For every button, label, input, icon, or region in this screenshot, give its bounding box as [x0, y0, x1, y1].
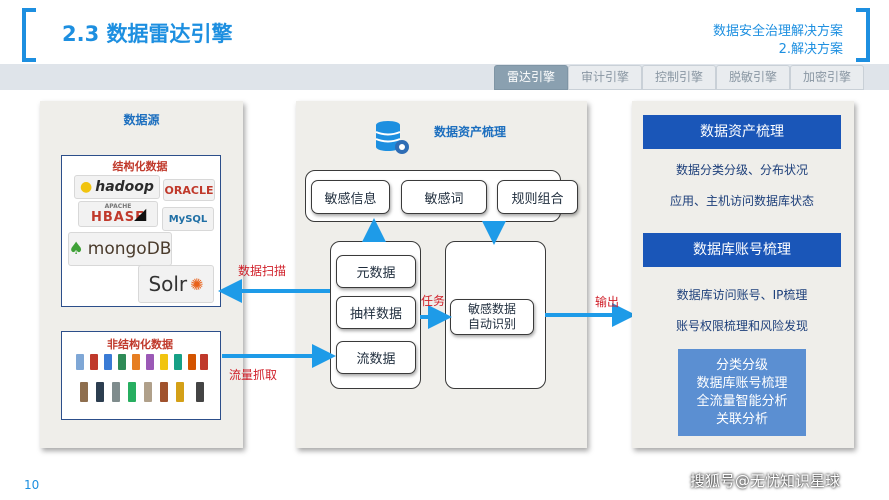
classification-item: 数据分类分级、分布状况	[675, 163, 808, 177]
capture-label: 流量抓取	[229, 368, 278, 382]
account-sorting-heading: 数据库账号梳理	[643, 233, 841, 267]
permission-risk-item: 账号权限梳理和风险发现	[675, 319, 808, 333]
task-label: 任务	[421, 294, 446, 308]
scan-label: 数据扫描	[238, 264, 287, 278]
summary-box: 分类分级 数据库账号梳理 全流量智能分析 关联分析	[678, 349, 806, 436]
asset-sorting-heading: 数据资产梳理	[643, 115, 841, 149]
page-number: 10	[24, 478, 40, 492]
watermark: 搜狐号@无忧知识星球	[690, 472, 841, 490]
account-ip-item: 数据库访问账号、IP梳理	[676, 288, 808, 302]
output-label: 输出	[595, 295, 620, 309]
access-state-item: 应用、主机访问数据库状态	[669, 194, 814, 208]
